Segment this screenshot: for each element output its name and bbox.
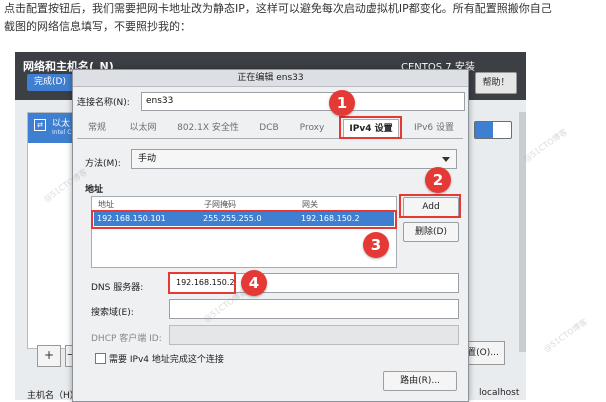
column-header-address: 地址	[98, 200, 114, 209]
caption-line-1: 点击配置按钮后，我们需要把网卡地址改为静态IP，这样可以避免每次启动虚拟机IP都…	[4, 2, 552, 15]
edit-connection-dialog: 正在编辑 ens33 连接名称(N): ens33 常规 以太网 802.1X …	[72, 69, 469, 402]
installer-panel-edge	[519, 112, 526, 352]
column-header-gateway: 网关	[302, 200, 318, 209]
network-device-item[interactable]: ⇄ 以太 Intel C	[28, 113, 76, 143]
dialog-title: 正在编辑 ens33	[73, 70, 468, 87]
tab-8021x[interactable]: 802.1X 安全性	[173, 119, 243, 137]
highlight-address-row	[91, 210, 397, 229]
hostname-value: localhost	[479, 388, 520, 398]
network-device-list: ⇄ 以太 Intel C	[27, 112, 77, 349]
device-toggle[interactable]	[474, 121, 512, 139]
address-table: 地址 子网掩码 网关 192.168.150.101 255.255.255.0…	[91, 196, 397, 268]
highlight-add-button	[399, 194, 461, 218]
add-device-button[interactable]: +	[37, 345, 61, 367]
address-section-title: 地址	[85, 185, 104, 195]
highlight-dns-input	[168, 272, 236, 294]
tab-general[interactable]: 常规	[83, 119, 111, 137]
require-ipv4-label: 需要 IPv4 地址完成这个连接	[109, 355, 224, 365]
connection-name-input[interactable]: ens33	[141, 92, 465, 111]
watermark: @51CTO博客	[522, 127, 569, 164]
annotation-badge-3: 3	[363, 232, 389, 258]
hostname-label: 主机名（H）	[27, 391, 79, 400]
delete-address-button[interactable]: 删除(D)	[403, 222, 459, 242]
dhcp-client-id-label: DHCP 客户端 ID:	[91, 334, 162, 344]
device-label: 以太	[52, 119, 71, 129]
ethernet-icon: ⇄	[34, 119, 46, 131]
column-header-netmask: 子网掩码	[204, 200, 236, 209]
watermark: @51CTO博客	[542, 317, 589, 354]
highlight-ipv4-tab	[339, 116, 402, 139]
dhcp-client-id-input	[169, 325, 459, 345]
done-button[interactable]: 完成(D)	[27, 74, 73, 91]
dns-label: DNS 服务器:	[91, 283, 144, 293]
settings-tabs: 常规 以太网 802.1X 安全性 DCB Proxy IPv4 设置 IPv6…	[77, 119, 463, 139]
method-value: 手动	[138, 154, 157, 164]
method-label: 方法(M):	[85, 159, 121, 169]
annotation-badge-2: 2	[425, 167, 451, 193]
caption-line-2: 截图的网络信息填写，不要照抄我的：	[4, 20, 191, 33]
chevron-down-icon	[442, 157, 450, 162]
search-domain-label: 搜索域(E):	[91, 308, 134, 318]
annotation-badge-1: 1	[329, 90, 355, 116]
method-select[interactable]: 手动	[131, 149, 457, 169]
help-button[interactable]: 帮助！	[475, 72, 517, 94]
tab-proxy[interactable]: Proxy	[295, 119, 329, 137]
article-caption: 点击配置按钮后，我们需要把网卡地址改为静态IP，这样可以避免每次启动虚拟机IP都…	[0, 0, 606, 40]
tab-ethernet[interactable]: 以太网	[123, 119, 163, 137]
tab-ipv6[interactable]: IPv6 设置	[407, 119, 461, 137]
connection-name-label: 连接名称(N):	[77, 98, 130, 108]
require-ipv4-checkbox[interactable]	[95, 353, 106, 364]
routes-button[interactable]: 路由(R)...	[383, 371, 457, 391]
device-sub: Intel C	[52, 129, 72, 136]
tab-dcb[interactable]: DCB	[255, 119, 283, 137]
